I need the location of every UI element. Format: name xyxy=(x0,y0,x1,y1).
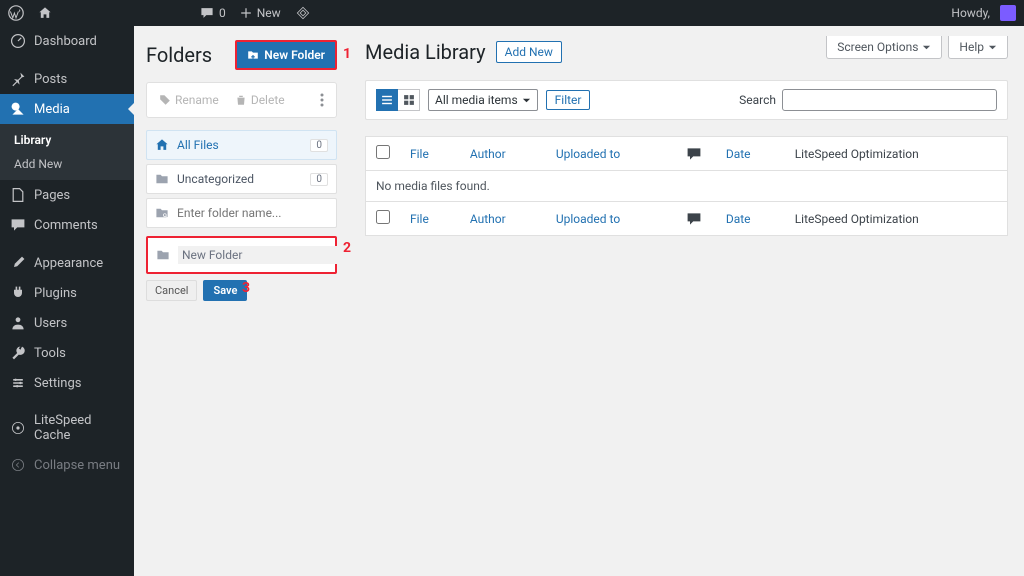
trash-icon xyxy=(235,94,247,106)
collapse-icon xyxy=(10,457,26,473)
submenu-addnew[interactable]: Add New xyxy=(0,152,134,176)
search-input[interactable] xyxy=(782,89,997,111)
new-content[interactable]: New xyxy=(240,6,281,20)
comments-count: 0 xyxy=(219,6,226,20)
media-submenu: Library Add New xyxy=(0,124,134,180)
folders-pane: Folders New Folder 1 Rename Delete xyxy=(134,26,349,576)
more-icon[interactable] xyxy=(314,91,330,109)
folder-search-icon xyxy=(155,206,169,220)
litespeed-icon xyxy=(10,420,26,436)
list-view-button[interactable] xyxy=(376,89,398,111)
main-pane: Media Library Add New Screen Options Hel… xyxy=(349,26,1024,576)
menu-collapse[interactable]: Collapse menu xyxy=(0,450,134,480)
table-header: File Author Uploaded to Date LiteSpeed O… xyxy=(366,137,1008,171)
folder-uncategorized[interactable]: Uncategorized 0 xyxy=(146,164,337,194)
col-author[interactable]: Author xyxy=(460,137,546,171)
menu-dashboard[interactable]: Dashboard xyxy=(0,26,134,56)
delete-button[interactable]: Delete xyxy=(229,89,291,111)
col-ls: LiteSpeed Optimization xyxy=(785,137,1008,171)
tool-icon xyxy=(10,345,26,361)
col-uploaded[interactable]: Uploaded to xyxy=(546,137,676,171)
table-footer: File Author Uploaded to Date LiteSpeed O… xyxy=(366,202,1008,236)
comment-icon xyxy=(686,146,706,162)
cancel-button[interactable]: Cancel xyxy=(146,280,197,301)
save-button[interactable]: Save xyxy=(203,280,247,301)
menu-users[interactable]: Users xyxy=(0,308,134,338)
annotation-3: 3 xyxy=(242,280,250,296)
folder-all-files[interactable]: All Files 0 xyxy=(146,130,337,160)
chevron-down-icon xyxy=(922,43,931,52)
menu-tools[interactable]: Tools xyxy=(0,338,134,368)
menu-appearance[interactable]: Appearance xyxy=(0,248,134,278)
list-icon xyxy=(380,93,394,107)
menu-posts[interactable]: Posts xyxy=(0,64,134,94)
user-icon xyxy=(10,315,26,331)
diamond-icon[interactable] xyxy=(295,5,311,21)
dashboard-icon xyxy=(10,33,26,49)
folder-search-input[interactable] xyxy=(177,206,333,220)
admin-bar: 0 New Howdy, xyxy=(0,0,1024,26)
folder-toolbar: Rename Delete xyxy=(146,82,337,118)
select-all-checkbox[interactable] xyxy=(376,145,390,159)
screen-options-button[interactable]: Screen Options xyxy=(826,36,942,59)
media-table: File Author Uploaded to Date LiteSpeed O… xyxy=(365,136,1008,236)
comment-icon xyxy=(686,211,706,227)
comment-icon xyxy=(10,217,26,233)
grid-view-button[interactable] xyxy=(398,89,420,111)
menu-comments[interactable]: Comments xyxy=(0,210,134,240)
submenu-library[interactable]: Library xyxy=(0,128,134,152)
no-media-row: No media files found. xyxy=(366,171,1008,202)
menu-pages[interactable]: Pages xyxy=(0,180,134,210)
admin-sidebar: Dashboard Posts Media Library Add New Pa… xyxy=(0,26,134,576)
pin-icon xyxy=(10,71,26,87)
home-icon xyxy=(155,138,169,152)
folders-title: Folders xyxy=(146,43,212,67)
folder-icon xyxy=(155,172,169,186)
site-home-icon[interactable] xyxy=(38,6,52,20)
folder-editing-row[interactable] xyxy=(146,236,337,274)
grid-icon xyxy=(402,93,416,107)
brush-icon xyxy=(10,255,26,271)
avatar[interactable] xyxy=(1000,5,1016,21)
folder-plus-icon xyxy=(247,49,259,61)
comments-indicator[interactable]: 0 xyxy=(200,6,226,20)
menu-litespeed[interactable]: LiteSpeed Cache xyxy=(0,406,134,450)
filter-button[interactable]: Filter xyxy=(546,90,591,110)
annotation-2: 2 xyxy=(343,240,351,256)
menu-media[interactable]: Media xyxy=(0,94,134,124)
add-new-button[interactable]: Add New xyxy=(496,41,562,63)
menu-plugins[interactable]: Plugins xyxy=(0,278,134,308)
folder-icon xyxy=(156,248,170,262)
rename-button[interactable]: Rename xyxy=(153,89,225,111)
col-file[interactable]: File xyxy=(400,137,460,171)
howdy[interactable]: Howdy, xyxy=(951,6,990,20)
chevron-down-icon xyxy=(988,43,997,52)
col-date[interactable]: Date xyxy=(716,137,785,171)
col-comments[interactable] xyxy=(676,137,716,171)
settings-icon xyxy=(10,375,26,391)
annotation-1: 1 xyxy=(343,46,351,62)
help-button[interactable]: Help xyxy=(948,36,1008,59)
search-label: Search xyxy=(739,93,776,107)
media-type-select[interactable]: All media items xyxy=(428,89,538,111)
page-title: Media Library xyxy=(365,40,486,64)
page-icon xyxy=(10,187,26,203)
tag-icon xyxy=(159,94,171,106)
media-icon xyxy=(10,101,26,117)
new-folder-button[interactable]: New Folder xyxy=(235,40,337,70)
folder-search[interactable] xyxy=(146,198,337,228)
menu-settings[interactable]: Settings xyxy=(0,368,134,398)
filter-bar: All media items Filter Search xyxy=(365,80,1008,120)
select-all-checkbox-footer[interactable] xyxy=(376,210,390,224)
folder-name-input[interactable] xyxy=(178,246,342,264)
plugin-icon xyxy=(10,285,26,301)
wp-logo[interactable] xyxy=(8,5,24,21)
chevron-down-icon xyxy=(522,96,531,105)
